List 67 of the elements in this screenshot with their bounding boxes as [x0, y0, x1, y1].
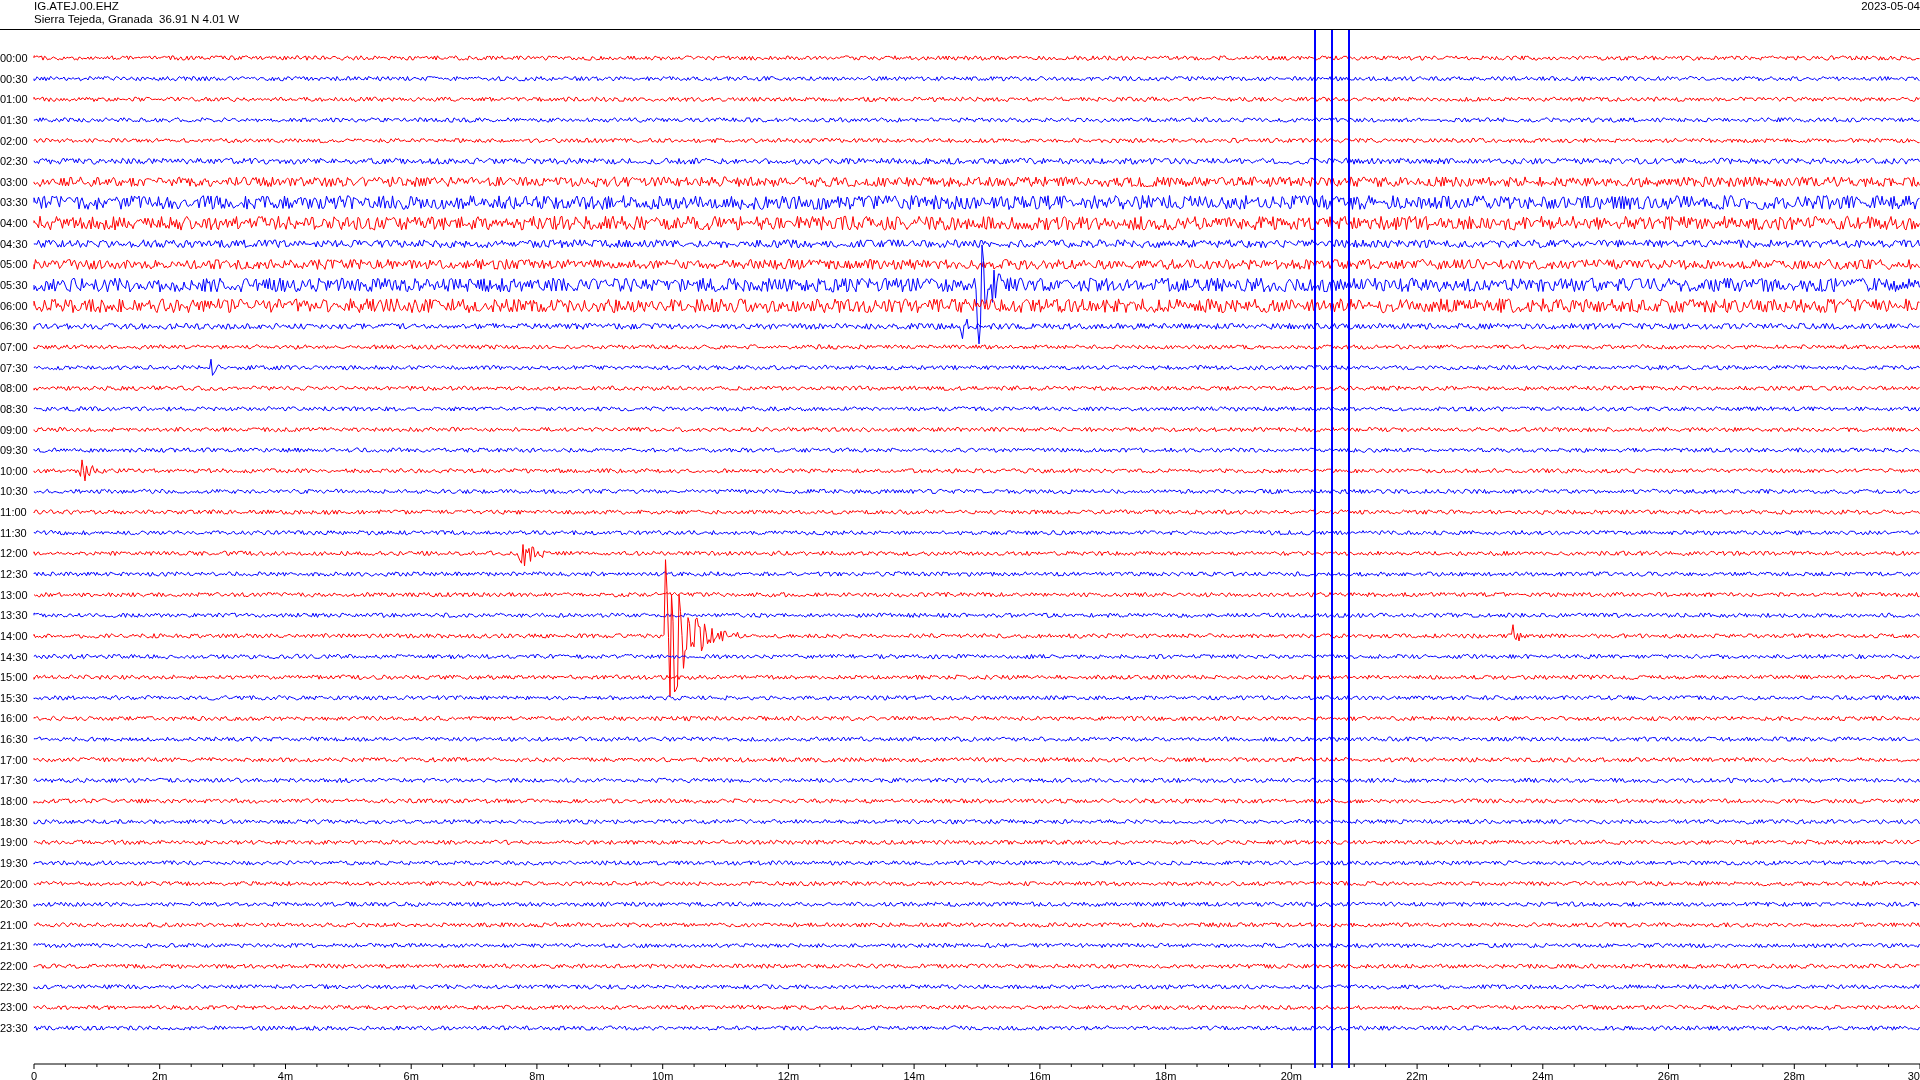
time-label: 01:00: [0, 93, 28, 106]
axis-tick-label: 28m: [1783, 1070, 1805, 1080]
time-label: 17:30: [0, 774, 28, 787]
time-label: 23:30: [0, 1022, 28, 1035]
time-label: 08:30: [0, 402, 28, 415]
time-label: 21:30: [0, 939, 28, 952]
time-label: 11:30: [0, 526, 27, 539]
time-label: 04:30: [0, 237, 28, 250]
time-label: 20:00: [0, 877, 28, 890]
axis-tick-label: 30: [1907, 1070, 1920, 1080]
time-label: 02:00: [0, 134, 28, 147]
date-label: 2023-05-04: [1861, 0, 1920, 14]
time-label: 17:00: [0, 753, 28, 766]
time-label: 07:30: [0, 361, 28, 374]
time-label: 13:30: [0, 609, 28, 622]
time-label: 10:00: [0, 464, 28, 477]
time-label: 12:00: [0, 547, 28, 560]
time-label: 23:00: [0, 1001, 28, 1014]
time-label: 22:30: [0, 980, 28, 993]
axis-tick-label: 8m: [529, 1070, 545, 1080]
station-location: Sierra Tejeda, Granada 36.91 N 4.01 W: [34, 13, 239, 26]
axis-tick-label: 4m: [277, 1070, 294, 1080]
axis-tick-label: 22m: [1406, 1070, 1428, 1080]
time-label: 20:30: [0, 898, 28, 911]
time-label: 05:00: [0, 258, 28, 271]
time-label: 04:00: [0, 217, 28, 230]
time-label: 08:00: [0, 382, 28, 395]
time-label: 22:00: [0, 960, 28, 973]
axis-tick-label: 16m: [1029, 1070, 1051, 1080]
time-label: 10:30: [0, 485, 28, 498]
time-label: 06:00: [0, 299, 28, 312]
axis-tick-label: 14m: [903, 1070, 925, 1080]
time-label: 03:30: [0, 196, 28, 209]
time-label: 14:00: [0, 629, 28, 642]
axis-tick-label: 0: [31, 1070, 38, 1080]
time-label: 11:00: [0, 506, 27, 519]
time-label: 07:00: [0, 340, 28, 353]
time-label: 05:30: [0, 279, 28, 292]
time-label: 00:00: [0, 52, 28, 64]
time-label: 14:30: [0, 650, 28, 663]
time-label: 12:30: [0, 568, 28, 580]
axis-tick-label: 24m: [1532, 1070, 1554, 1080]
time-label: 21:00: [0, 918, 28, 931]
time-label: 03:00: [0, 175, 28, 188]
time-label: 06:30: [0, 320, 28, 333]
time-label: 01:30: [0, 113, 28, 126]
time-label: 09:00: [0, 423, 28, 436]
time-label: 15:00: [0, 671, 28, 684]
time-label: 19:00: [0, 836, 28, 849]
time-label: 18:30: [0, 815, 28, 828]
axis-tick-label: 10m: [651, 1070, 674, 1080]
axis-tick-label: 6m: [403, 1070, 419, 1080]
axis-tick-label: 18m: [1154, 1070, 1177, 1080]
time-label: 00:30: [0, 72, 28, 85]
time-label: 09:30: [0, 444, 28, 457]
time-label: 13:00: [0, 588, 28, 601]
time-label: 19:30: [0, 856, 28, 869]
station-code: IG.ATEJ.00.EHZ: [34, 0, 120, 13]
axis-tick-label: 2m: [152, 1070, 168, 1080]
time-label: 18:00: [0, 795, 28, 808]
time-label: 15:30: [0, 691, 28, 704]
time-label: 16:00: [0, 712, 28, 725]
axis-tick-label: 26m: [1657, 1070, 1680, 1080]
time-label: 02:30: [0, 155, 28, 168]
axis-tick-label: 12m: [777, 1070, 800, 1080]
axis-tick-label: 20m: [1280, 1070, 1303, 1080]
time-label: 16:30: [0, 733, 28, 746]
